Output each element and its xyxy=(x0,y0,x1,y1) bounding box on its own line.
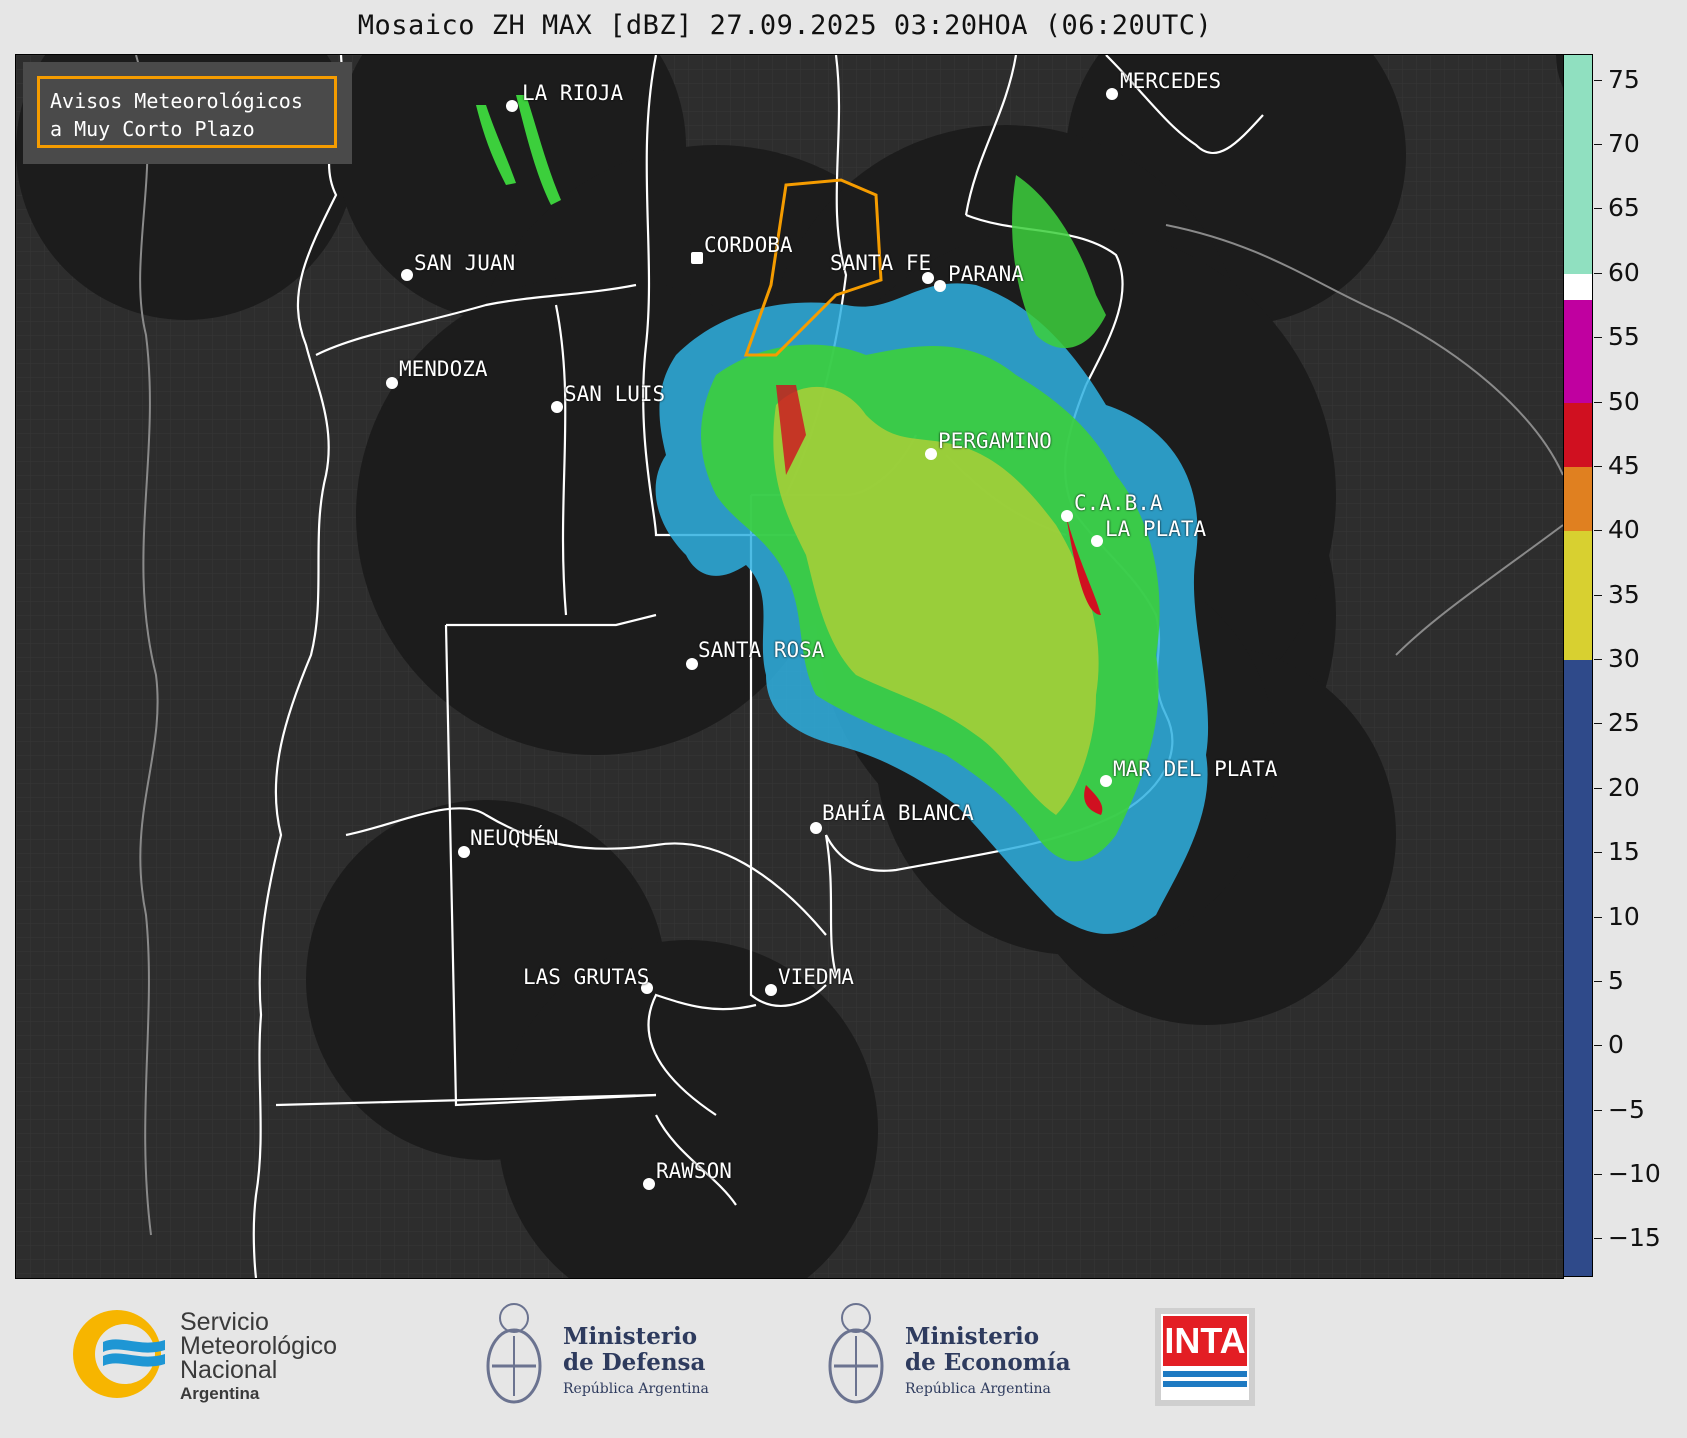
colorbar-tick-label: −15 xyxy=(1594,1223,1684,1253)
city-label-mendoza: MENDOZA xyxy=(399,357,488,381)
colorbar-tick-label: 20 xyxy=(1594,773,1684,803)
city-dot xyxy=(691,252,703,264)
city-label-san-juan: SAN JUAN xyxy=(414,251,516,275)
city-dot xyxy=(643,1178,655,1190)
city-dot xyxy=(925,448,937,460)
colorbar-tick-label: 60 xyxy=(1594,258,1684,288)
colorbar-tick-label: 65 xyxy=(1594,193,1684,223)
economia-line-2: de Economía xyxy=(905,1349,1071,1376)
smn-logo[interactable]: Servicio Meteorológico Nacional Argentin… xyxy=(65,1298,485,1408)
colorbar-segment xyxy=(1564,466,1592,532)
city-dot xyxy=(401,269,413,281)
colorbar-segment xyxy=(1564,402,1592,467)
colorbar-tick-label: 40 xyxy=(1594,515,1684,545)
smn-emblem-icon xyxy=(73,1310,165,1398)
city-label-pergamino: PERGAMINO xyxy=(938,429,1052,453)
city-dot xyxy=(1100,775,1112,787)
colorbar-tick-label: 0 xyxy=(1594,1030,1684,1060)
colorbar-segment xyxy=(1564,660,1592,1276)
smn-name-1: Servicio xyxy=(180,1308,269,1336)
city-dot xyxy=(1061,510,1073,522)
defensa-logo[interactable]: Ministerio de Defensa República Argentin… xyxy=(478,1296,738,1416)
city-dot xyxy=(810,822,822,834)
colorbar-tick-label: −10 xyxy=(1594,1159,1684,1189)
city-label-mar-del-plata: MAR DEL PLATA xyxy=(1113,757,1278,781)
smn-name-3: Nacional xyxy=(180,1356,278,1384)
city-dot xyxy=(386,377,398,389)
radar-map[interactable]: Avisos Meteorológicos a Muy Corto Plazo … xyxy=(15,54,1564,1279)
footer: Servicio Meteorológico Nacional Argentin… xyxy=(0,1278,1687,1438)
defensa-line-3: República Argentina xyxy=(563,1381,709,1397)
city-label-parana: PARANA xyxy=(948,262,1024,286)
colorbar-tick-label: 45 xyxy=(1594,451,1684,481)
city-label-la-rioja: LA RIOJA xyxy=(522,81,624,105)
city-dot xyxy=(506,100,518,112)
defensa-line-1: Ministerio xyxy=(563,1323,698,1350)
colorbar-tick-label: 15 xyxy=(1594,837,1684,867)
colorbar-segment xyxy=(1564,531,1592,661)
colorbar-tick-label: 5 xyxy=(1594,966,1684,996)
coat-of-arms-icon xyxy=(828,1303,884,1404)
colorbar-tick-label: 70 xyxy=(1594,129,1684,159)
inta-wordmark: INTA xyxy=(1163,1316,1247,1366)
city-dot xyxy=(1091,535,1103,547)
city-label-neuquen: NEUQUÉN xyxy=(470,826,559,850)
colorbar-segment xyxy=(1564,55,1592,274)
city-label-las-grutas: LAS GRUTAS xyxy=(523,965,650,989)
colorbar-segment xyxy=(1564,299,1592,403)
notice-line-2: a Muy Corto Plazo xyxy=(50,117,255,141)
city-dot xyxy=(458,846,470,858)
economia-line-3: República Argentina xyxy=(905,1381,1051,1397)
colorbar-tick-label: 55 xyxy=(1594,322,1684,352)
colorbar-tick-label: 50 xyxy=(1594,387,1684,417)
city-dot xyxy=(1106,88,1118,100)
notice-frame[interactable]: Avisos Meteorológicos a Muy Corto Plazo xyxy=(37,76,337,148)
colorbar-segment xyxy=(1564,273,1592,300)
colorbar-tick-label: 30 xyxy=(1594,644,1684,674)
colorbar-tick-label: 25 xyxy=(1594,708,1684,738)
city-label-viedma: VIEDMA xyxy=(778,965,854,989)
city-label-mercedes: MERCEDES xyxy=(1120,69,1222,93)
city-label-santa-fe: SANTA FE xyxy=(830,251,932,275)
city-dot xyxy=(765,984,777,996)
city-dot xyxy=(934,280,946,292)
coat-of-arms-icon xyxy=(486,1303,542,1404)
colorbar-tick-label: 35 xyxy=(1594,580,1684,610)
city-label-caba: C.A.B.A xyxy=(1074,491,1163,515)
smn-country: Argentina xyxy=(180,1384,260,1403)
city-label-bahia-blanca: BAHÍA BLANCA xyxy=(822,801,974,825)
colorbar-tick-label: 75 xyxy=(1594,65,1684,95)
colorbar-tick-label: 10 xyxy=(1594,902,1684,932)
city-label-santa-rosa: SANTA ROSA xyxy=(698,638,825,662)
map-title: Mosaico ZH MAX [dBZ] 27.09.2025 03:20HOA… xyxy=(357,10,1213,41)
city-dot xyxy=(686,658,698,670)
defensa-line-2: de Defensa xyxy=(563,1349,706,1376)
notice-box: Avisos Meteorológicos a Muy Corto Plazo xyxy=(23,62,352,164)
notice-line-1: Avisos Meteorológicos xyxy=(50,89,303,113)
inta-logo[interactable]: INTA xyxy=(1155,1308,1255,1406)
economia-logo[interactable]: Ministerio de Economía República Argenti… xyxy=(820,1296,1090,1416)
city-label-cordoba: CORDOBA xyxy=(704,233,793,257)
colorbar xyxy=(1563,54,1593,1277)
city-label-san-luis: SAN LUIS xyxy=(564,382,666,406)
colorbar-tick-label: −5 xyxy=(1594,1095,1684,1125)
city-label-la-plata: LA PLATA xyxy=(1105,517,1207,541)
smn-name-2: Meteorológico xyxy=(180,1332,338,1360)
city-dot xyxy=(551,401,563,413)
economia-line-1: Ministerio xyxy=(905,1323,1040,1350)
city-label-rawson: RAWSON xyxy=(656,1159,732,1183)
